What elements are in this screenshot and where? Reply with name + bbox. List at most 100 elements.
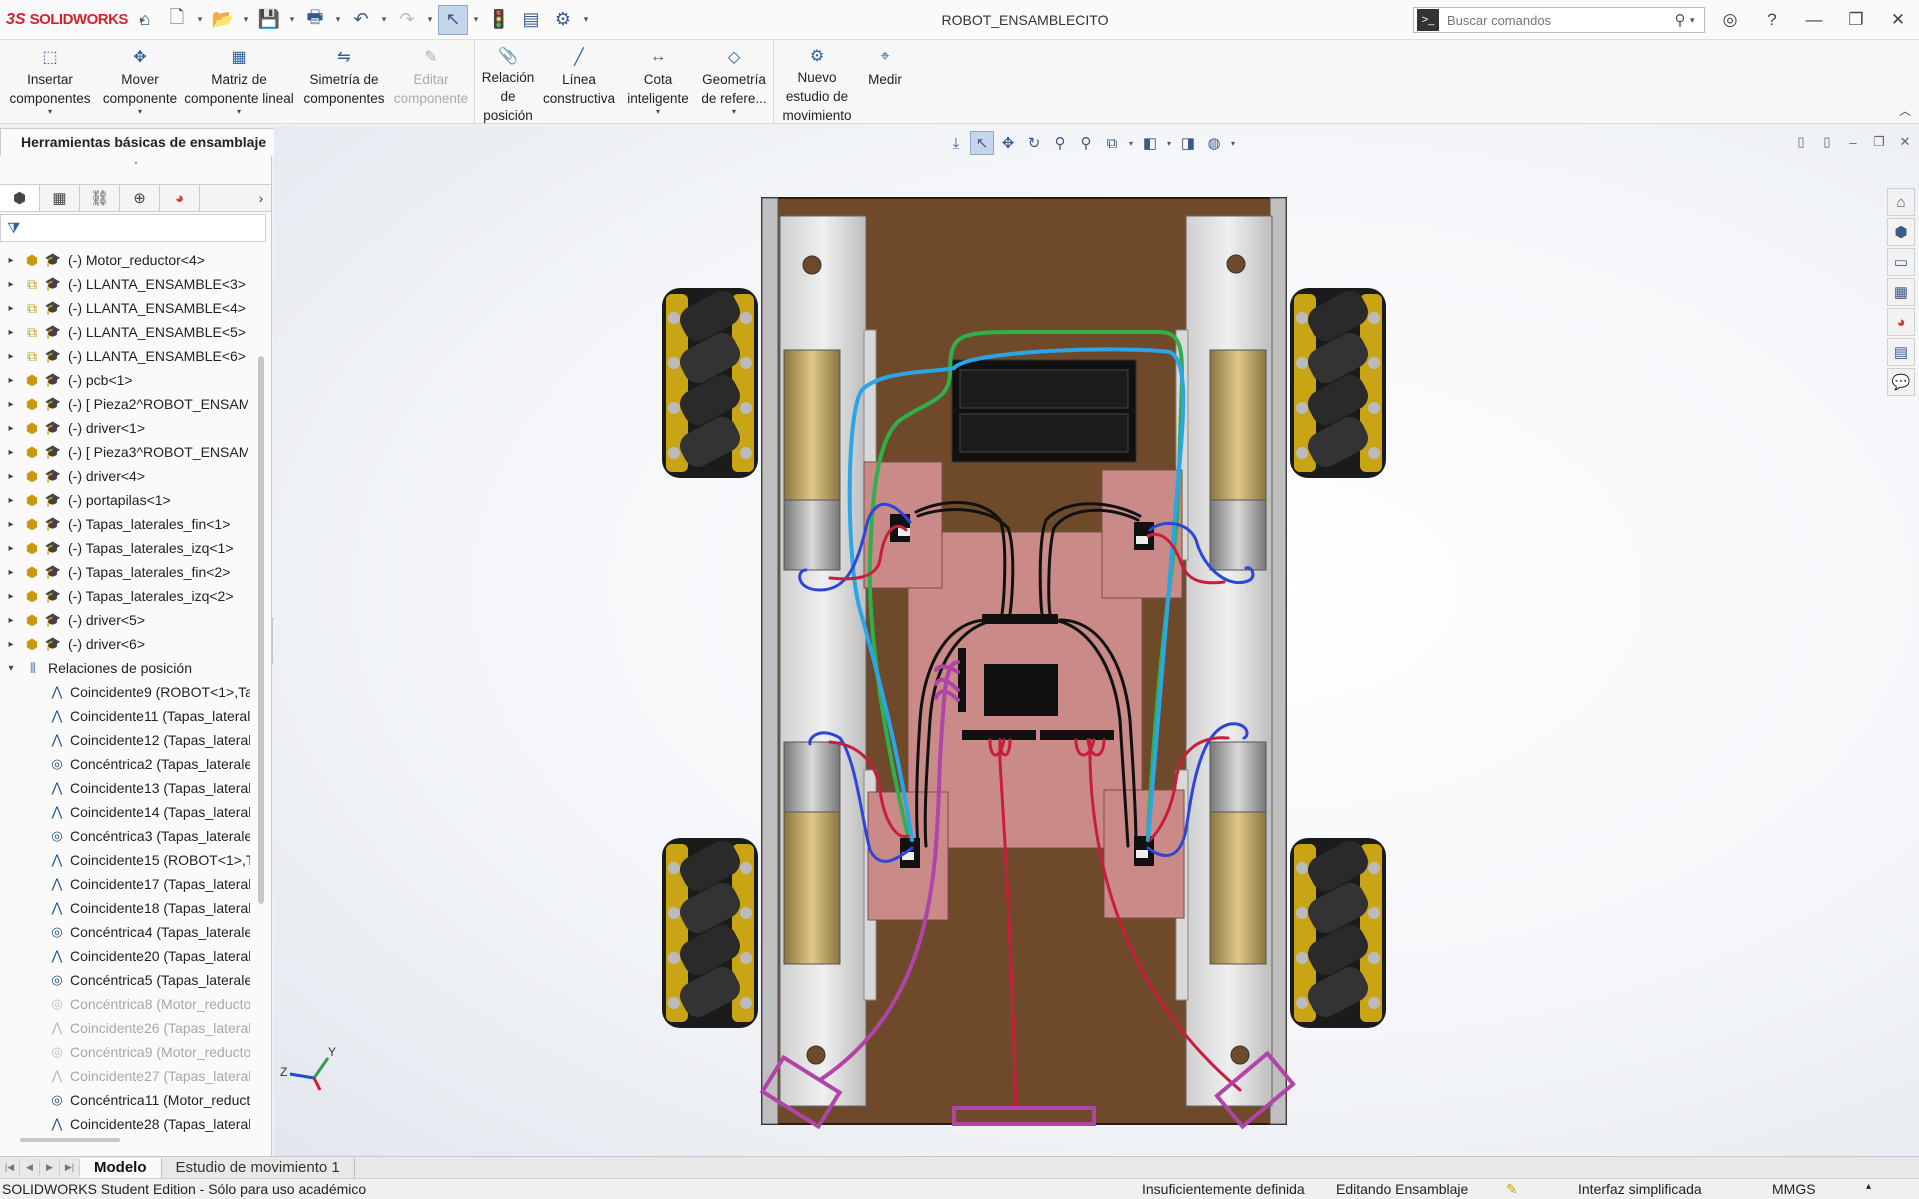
close-button[interactable]: ✕: [1877, 0, 1919, 40]
tree-mate-item[interactable]: ⋀ Coincidente20 (Tapas_laterales: [0, 944, 266, 968]
tree-mate-item[interactable]: ⋀ Coincidente11 (Tapas_laterales: [0, 704, 266, 728]
motor-rear-left[interactable]: [783, 811, 841, 965]
graphics-area[interactable]: ⤓ ↖ ✥ ↻ ⚲ ⚲ ⧉ ▾ ◧ ▾ ◨ ◍ ▾ ▯ ▯ – ❐ ✕ ⌂ ⬢ …: [274, 126, 1919, 1156]
expand-arrow-icon[interactable]: ▸: [0, 471, 22, 482]
tree-mates-folder[interactable]: ▾ ⫴ Relaciones de posición: [0, 656, 266, 680]
undo-icon[interactable]: ↶: [346, 5, 376, 35]
tree-component-item[interactable]: ▸ ⬢ 🎓 (-) driver<6>: [0, 632, 266, 656]
redo-dropdown-icon[interactable]: ▾: [424, 5, 436, 35]
select-icon[interactable]: ↖: [438, 4, 468, 35]
user-account-icon[interactable]: ◎: [1709, 0, 1751, 40]
print-icon[interactable]: 🖶: [300, 5, 330, 35]
zoom-icon[interactable]: ⚲: [1048, 131, 1072, 155]
appearance-icon[interactable]: ◍: [1202, 131, 1226, 155]
new-document-dropdown-icon[interactable]: ▾: [194, 5, 206, 35]
tree-mate-item[interactable]: ⋀ Coincidente14 (Tapas_laterales: [0, 800, 266, 824]
tile-left-icon[interactable]: ▯: [1793, 134, 1809, 150]
tree-component-item[interactable]: ▸ ⧉ 🎓 (-) LLANTA_ENSAMBLE<4>: [0, 296, 266, 320]
search-icon[interactable]: ⚲: [1670, 11, 1690, 29]
forum-icon[interactable]: 💬: [1887, 368, 1915, 396]
tree-component-item[interactable]: ▸ ⧉ 🎓 (-) LLANTA_ENSAMBLE<5>: [0, 320, 266, 344]
open-folder-dropdown-icon[interactable]: ▾: [240, 5, 252, 35]
view-orientation-icon[interactable]: ⤓: [944, 131, 968, 155]
tree-mate-item[interactable]: ◎ Concéntrica11 (Motor_reductor: [0, 1088, 266, 1112]
file-properties-icon[interactable]: ▤: [516, 5, 546, 35]
tab-last-icon[interactable]: ▶|: [60, 1158, 80, 1177]
tree-component-item[interactable]: ▸ ⬢ 🎓 (-) driver<1>: [0, 416, 266, 440]
tree-mate-item[interactable]: ⋀ Coincidente17 (Tapas_laterales: [0, 872, 266, 896]
expand-arrow-icon[interactable]: ▸: [0, 375, 22, 386]
wheel-rear-left[interactable]: [662, 836, 758, 1028]
tab-prev-icon[interactable]: ◀: [20, 1158, 40, 1177]
tree-mate-item[interactable]: ◎ Concéntrica2 (Tapas_laterales: [0, 752, 266, 776]
expand-arrow-icon[interactable]: ▸: [0, 591, 22, 602]
propertymanager-tab-icon[interactable]: ▦: [40, 185, 80, 211]
search-input[interactable]: [1439, 12, 1670, 28]
tree-vertical-scrollbar[interactable]: [258, 356, 264, 904]
tree-mate-item[interactable]: ⋀ Coincidente9 (ROBOT<1>,Tapas: [0, 680, 266, 704]
ribbon-dropdown-icon[interactable]: ▾: [732, 108, 736, 116]
expand-arrow-icon[interactable]: ▸: [0, 303, 22, 314]
tree-mate-item[interactable]: ◎ Concéntrica5 (Tapas_laterales: [0, 968, 266, 992]
solidworks-logo[interactable]: 3S SOLIDWORKS ▸: [0, 0, 145, 40]
open-folder-icon[interactable]: 📂: [208, 5, 238, 35]
construction-line-button[interactable]: ╱ Línea constructiva: [539, 40, 619, 124]
ribbon-dropdown-icon[interactable]: ▾: [656, 108, 660, 116]
tree-component-item[interactable]: ▸ ⧉ 🎓 (-) LLANTA_ENSAMBLE<3>: [0, 272, 266, 296]
displaymanager-tab-icon[interactable]: ◕: [160, 185, 200, 211]
tree-component-item[interactable]: ▸ ⬢ 🎓 (-) Tapas_laterales_fin<2>: [0, 560, 266, 584]
rotate-icon[interactable]: ↻: [1022, 131, 1046, 155]
rebuild-status-icon[interactable]: ✎: [1506, 1181, 1518, 1198]
tree-mate-item[interactable]: ⋀ Coincidente28 (Tapas_laterales: [0, 1112, 266, 1133]
microcontroller-chip[interactable]: [984, 664, 1058, 716]
tree-component-item[interactable]: ▸ ⬢ 🎓 (-) Tapas_laterales_izq<1>: [0, 536, 266, 560]
select-dropdown-icon[interactable]: ▾: [470, 5, 482, 35]
robot-assembly-model[interactable]: [274, 126, 1919, 1156]
save-icon[interactable]: 💾: [254, 5, 284, 35]
expand-arrow-icon[interactable]: ▸: [0, 567, 22, 578]
interface-mode[interactable]: Interfaz simplificada: [1578, 1181, 1702, 1197]
tab-assembly-basic-tools[interactable]: Herramientas básicas de ensamblaje: [0, 128, 292, 156]
undo-dropdown-icon[interactable]: ▾: [378, 5, 390, 35]
command-search[interactable]: >_ ⚲ ▾: [1413, 7, 1705, 33]
tile-right-icon[interactable]: ▯: [1819, 134, 1835, 150]
section-view-dropdown-icon[interactable]: ▾: [1126, 139, 1136, 148]
units-dropdown-icon[interactable]: ▴: [1866, 1181, 1871, 1192]
tree-component-item[interactable]: ▸⬢ 🎓 (-) [ Pieza2^ROBOT_ENSAMBLECITO ]: [0, 392, 266, 416]
expand-arrow-icon[interactable]: ▸: [0, 447, 22, 458]
motor-front-right[interactable]: [1209, 349, 1267, 503]
design-library-icon[interactable]: ⬢: [1887, 218, 1915, 246]
smart-dimension-button[interactable]: ↔ Cota inteligente ▾: [619, 40, 697, 124]
tree-mate-item[interactable]: ⋀ Coincidente26 (Tapas_laterales: [0, 1016, 266, 1040]
expand-arrow-icon[interactable]: ▸: [0, 495, 22, 506]
display-style-dropdown-icon[interactable]: ▾: [1164, 139, 1174, 148]
configurationmanager-tab-icon[interactable]: ⛓: [80, 185, 120, 211]
tree-component-item[interactable]: ▸ ⬢ 🎓 (-) portapilas<1>: [0, 488, 266, 512]
expand-arrow-icon[interactable]: ▸: [0, 399, 22, 410]
more-tabs-chevron-icon[interactable]: ›: [250, 190, 271, 206]
pan-icon[interactable]: ✥: [996, 131, 1020, 155]
view-palette-icon[interactable]: ▦: [1887, 278, 1915, 306]
tree-component-item[interactable]: ▸ ⬢ 🎓 (-) driver<5>: [0, 608, 266, 632]
expand-arrow-icon[interactable]: ▸: [0, 351, 22, 362]
solidworks-resources-icon[interactable]: ⌂: [1887, 188, 1915, 216]
rebuild-icon[interactable]: 🚦: [484, 5, 514, 35]
tree-mate-item[interactable]: ⋀ Coincidente15 (ROBOT<1>,Tapas: [0, 848, 266, 872]
tree-component-item[interactable]: ▸ ⬢ 🎓 (-) Tapas_laterales_izq<2>: [0, 584, 266, 608]
expand-arrow-icon[interactable]: ▸: [0, 519, 22, 530]
expand-arrow-icon[interactable]: ▸: [0, 543, 22, 554]
viewport-close-icon[interactable]: ✕: [1897, 134, 1913, 150]
wheel-rear-right[interactable]: [1290, 836, 1386, 1028]
tree-component-item[interactable]: ▸ ⧉ 🎓 (-) LLANTA_ENSAMBLE<6>: [0, 344, 266, 368]
section-view-icon[interactable]: ⧉: [1100, 131, 1124, 155]
insert-components-button[interactable]: ⬚ Insertar componentes ▾: [0, 40, 100, 124]
expand-arrow-icon[interactable]: ▸: [0, 615, 22, 626]
motor-front-left[interactable]: [783, 349, 841, 503]
tree-mate-item[interactable]: ⋀ Coincidente18 (Tapas_laterales: [0, 896, 266, 920]
expand-arrow-icon[interactable]: ▸: [0, 423, 22, 434]
save-dropdown-icon[interactable]: ▾: [286, 5, 298, 35]
select-pointer-icon[interactable]: ↖: [970, 131, 994, 155]
new-document-icon[interactable]: 🗋: [162, 5, 192, 35]
ribbon-dropdown-icon[interactable]: ▾: [138, 108, 142, 116]
move-component-button[interactable]: ✥ Mover componente ▾: [100, 40, 180, 124]
